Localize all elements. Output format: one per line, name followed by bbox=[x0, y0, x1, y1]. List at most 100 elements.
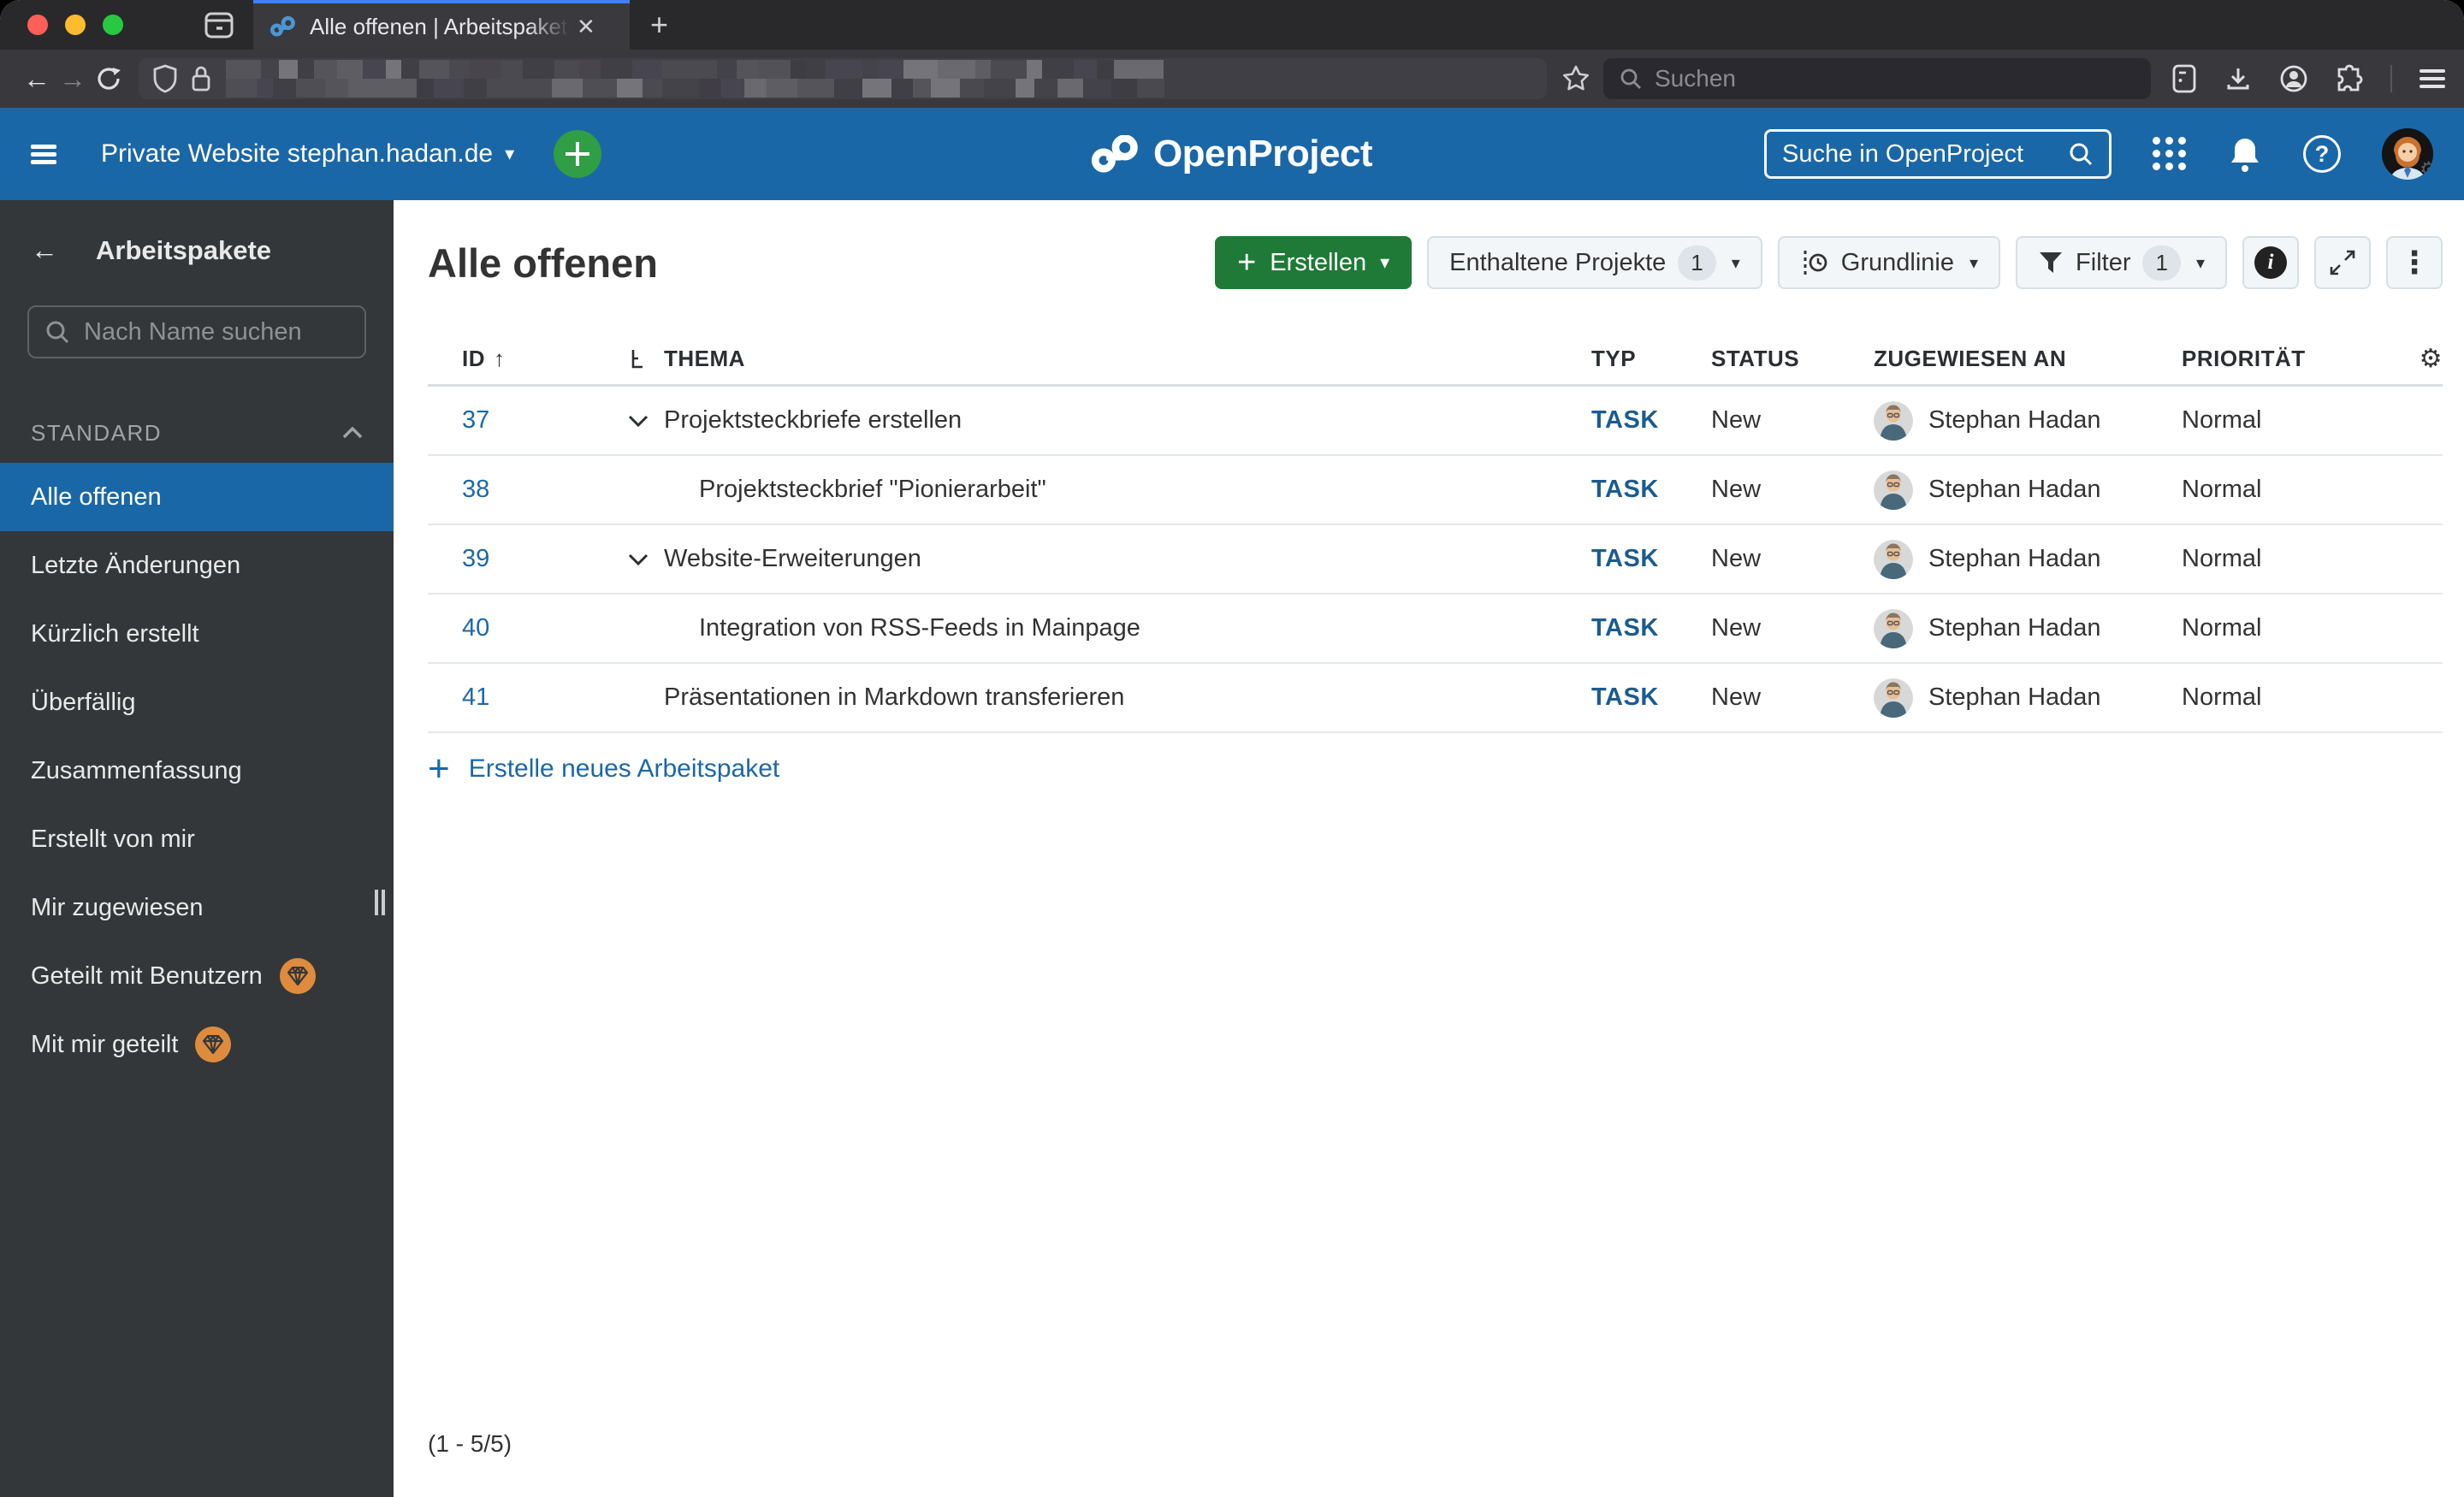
sidebar-item-mit-mir-geteilt[interactable]: Mit mir geteilt bbox=[0, 1010, 394, 1079]
openproject-logo[interactable]: OpenProject bbox=[1091, 133, 1373, 175]
sidebar-resize-handle[interactable] bbox=[375, 890, 388, 915]
url-bar[interactable] bbox=[139, 58, 1547, 99]
enterprise-gem-icon bbox=[195, 1027, 232, 1062]
work-package-subject[interactable]: Integration von RSS-Feeds in Mainpage bbox=[699, 614, 1140, 642]
global-create-button[interactable] bbox=[554, 130, 602, 178]
work-package-priority[interactable]: Normal bbox=[2182, 406, 2408, 435]
work-package-priority[interactable]: Normal bbox=[2182, 683, 2408, 712]
column-header-status[interactable]: STATUS bbox=[1711, 346, 1874, 372]
table-row[interactable]: 37 Projektsteckbriefe erstellen TASK New… bbox=[428, 387, 2443, 456]
filter-button[interactable]: Filter 1 ▾ bbox=[2016, 236, 2227, 289]
create-work-package-link[interactable]: + Erstelle neues Arbeitspaket bbox=[428, 745, 2443, 793]
work-package-id-link[interactable]: 40 bbox=[462, 614, 489, 642]
tab-close-icon[interactable]: ✕ bbox=[577, 14, 595, 40]
help-icon[interactable]: ? bbox=[2303, 135, 2341, 173]
baseline-button[interactable]: Grundlinie ▾ bbox=[1777, 236, 2001, 289]
collapse-chevron-icon[interactable] bbox=[628, 415, 649, 427]
settings-menu-button[interactable]: ⋮ bbox=[2386, 236, 2443, 289]
notifications-bell-icon[interactable] bbox=[2228, 135, 2262, 173]
account-icon[interactable] bbox=[2279, 64, 2308, 93]
work-package-priority[interactable]: Normal bbox=[2182, 545, 2408, 573]
browser-search-bar[interactable]: Suchen bbox=[1603, 58, 2151, 99]
work-package-subject[interactable]: Projektsteckbriefe erstellen bbox=[664, 406, 962, 435]
work-package-subject[interactable]: Projektsteckbrief "Pionierarbeit" bbox=[699, 476, 1046, 504]
back-button[interactable]: ← bbox=[19, 63, 55, 95]
user-avatar[interactable]: ⚙ bbox=[2382, 128, 2433, 180]
sidebar-item-kuerzlich-erstellt[interactable]: Kürzlich erstellt bbox=[0, 600, 394, 668]
sidebar-search-input[interactable]: Nach Name suchen bbox=[27, 305, 366, 358]
work-package-status[interactable]: New bbox=[1711, 406, 1874, 435]
sidebar-item-letzte-aenderungen[interactable]: Letzte Änderungen bbox=[0, 531, 394, 600]
sidebar-item-erstellt-von-mir[interactable]: Erstellt von mir bbox=[0, 805, 394, 873]
downloads-icon[interactable] bbox=[2224, 65, 2252, 92]
work-package-id-link[interactable]: 37 bbox=[462, 406, 489, 435]
extensions-icon[interactable] bbox=[2336, 64, 2363, 93]
work-package-id-link[interactable]: 41 bbox=[462, 683, 489, 712]
column-header-zugewiesen[interactable]: ZUGEWIESEN AN bbox=[1874, 346, 2182, 372]
assignee-name[interactable]: Stephan Hadan bbox=[1928, 683, 2101, 712]
create-button[interactable]: + Erstellen ▾ bbox=[1215, 236, 1413, 289]
work-package-type[interactable]: TASK bbox=[1591, 406, 1711, 435]
browser-tab[interactable]: Alle offenen | Arbeitspakete | Pri ✕ bbox=[253, 0, 630, 50]
work-package-id-link[interactable]: 39 bbox=[462, 545, 489, 573]
modules-grid-icon[interactable] bbox=[2153, 137, 2187, 171]
table-row[interactable]: 38 Projektsteckbrief "Pionierarbeit" TAS… bbox=[428, 456, 2443, 525]
column-header-thema[interactable]: THEMA bbox=[599, 346, 1591, 372]
work-package-status[interactable]: New bbox=[1711, 545, 1874, 573]
sidebar-item-alle-offenen[interactable]: Alle offenen bbox=[0, 463, 394, 531]
openproject-header: Private Website stephan.hadan.de ▾ OpenP… bbox=[0, 108, 2464, 200]
column-header-prioritaet[interactable]: PRIORITÄT bbox=[2182, 346, 2408, 372]
main-menu-toggle-icon[interactable] bbox=[31, 145, 56, 163]
work-package-priority[interactable]: Normal bbox=[2182, 476, 2408, 504]
work-package-type[interactable]: TASK bbox=[1591, 476, 1711, 504]
hierarchy-icon[interactable] bbox=[628, 348, 647, 370]
project-selector-label: Private Website stephan.hadan.de bbox=[101, 139, 494, 168]
table-row[interactable]: 41 Präsentationen in Markdown transferie… bbox=[428, 664, 2443, 733]
sidebar-back-icon[interactable]: ← bbox=[31, 234, 58, 266]
global-search-input[interactable]: Suche in OpenProject bbox=[1764, 129, 2112, 179]
table-row[interactable]: 39 Website-Erweiterungen TASK New Stepha… bbox=[428, 525, 2443, 595]
new-tab-button[interactable]: + bbox=[650, 0, 668, 50]
table-row[interactable]: 40 Integration von RSS-Feeds in Mainpage… bbox=[428, 595, 2443, 664]
work-package-id-link[interactable]: 38 bbox=[462, 476, 489, 504]
tab-overview-icon[interactable] bbox=[202, 8, 236, 42]
work-package-priority[interactable]: Normal bbox=[2182, 614, 2408, 642]
work-package-subject[interactable]: Website-Erweiterungen bbox=[664, 545, 921, 573]
table-settings-gear-icon[interactable]: ⚙ bbox=[2408, 344, 2443, 374]
forward-button[interactable]: → bbox=[55, 63, 91, 95]
shield-icon[interactable] bbox=[152, 64, 178, 93]
toolbar-panel-icon[interactable] bbox=[2171, 63, 2197, 94]
close-window-button[interactable] bbox=[27, 15, 48, 35]
collapse-chevron-icon[interactable] bbox=[628, 553, 649, 565]
lock-icon[interactable] bbox=[190, 64, 212, 93]
browser-menu-icon[interactable] bbox=[2420, 69, 2445, 88]
work-package-type[interactable]: TASK bbox=[1591, 614, 1711, 642]
minimize-window-button[interactable] bbox=[65, 15, 86, 35]
global-search-placeholder: Suche in OpenProject bbox=[1782, 139, 2024, 168]
work-package-status[interactable]: New bbox=[1711, 614, 1874, 642]
column-header-id[interactable]: ID ↑ bbox=[428, 346, 599, 372]
work-package-subject[interactable]: Präsentationen in Markdown transferieren bbox=[664, 683, 1124, 712]
reload-button[interactable] bbox=[91, 65, 127, 92]
sidebar-section-standard[interactable]: STANDARD bbox=[0, 418, 394, 447]
work-package-type[interactable]: TASK bbox=[1591, 545, 1711, 573]
sidebar-item-ueberfaellig[interactable]: Überfällig bbox=[0, 668, 394, 737]
sidebar-item-zusammenfassung[interactable]: Zusammenfassung bbox=[0, 737, 394, 805]
maximize-window-button[interactable] bbox=[103, 15, 123, 35]
fullscreen-button[interactable] bbox=[2314, 236, 2371, 289]
included-projects-button[interactable]: Enthaltene Projekte 1 ▾ bbox=[1427, 236, 1762, 289]
info-button[interactable]: i bbox=[2242, 236, 2299, 289]
assignee-name[interactable]: Stephan Hadan bbox=[1928, 545, 2101, 573]
assignee-name[interactable]: Stephan Hadan bbox=[1928, 406, 2101, 435]
assignee-name[interactable]: Stephan Hadan bbox=[1928, 614, 2101, 642]
work-package-status[interactable]: New bbox=[1711, 476, 1874, 504]
work-package-type[interactable]: TASK bbox=[1591, 683, 1711, 712]
bookmark-star-icon[interactable] bbox=[1555, 64, 1596, 93]
work-package-status[interactable]: New bbox=[1711, 683, 1874, 712]
column-header-typ[interactable]: TYP bbox=[1591, 346, 1711, 372]
sidebar-item-geteilt-mit-benutzern[interactable]: Geteilt mit Benutzern bbox=[0, 942, 394, 1010]
project-selector[interactable]: Private Website stephan.hadan.de ▾ bbox=[101, 139, 514, 169]
sidebar-item-mir-zugewiesen[interactable]: Mir zugewiesen bbox=[0, 873, 394, 942]
chevron-down-icon: ▾ bbox=[2195, 253, 2205, 273]
assignee-name[interactable]: Stephan Hadan bbox=[1928, 476, 2101, 504]
